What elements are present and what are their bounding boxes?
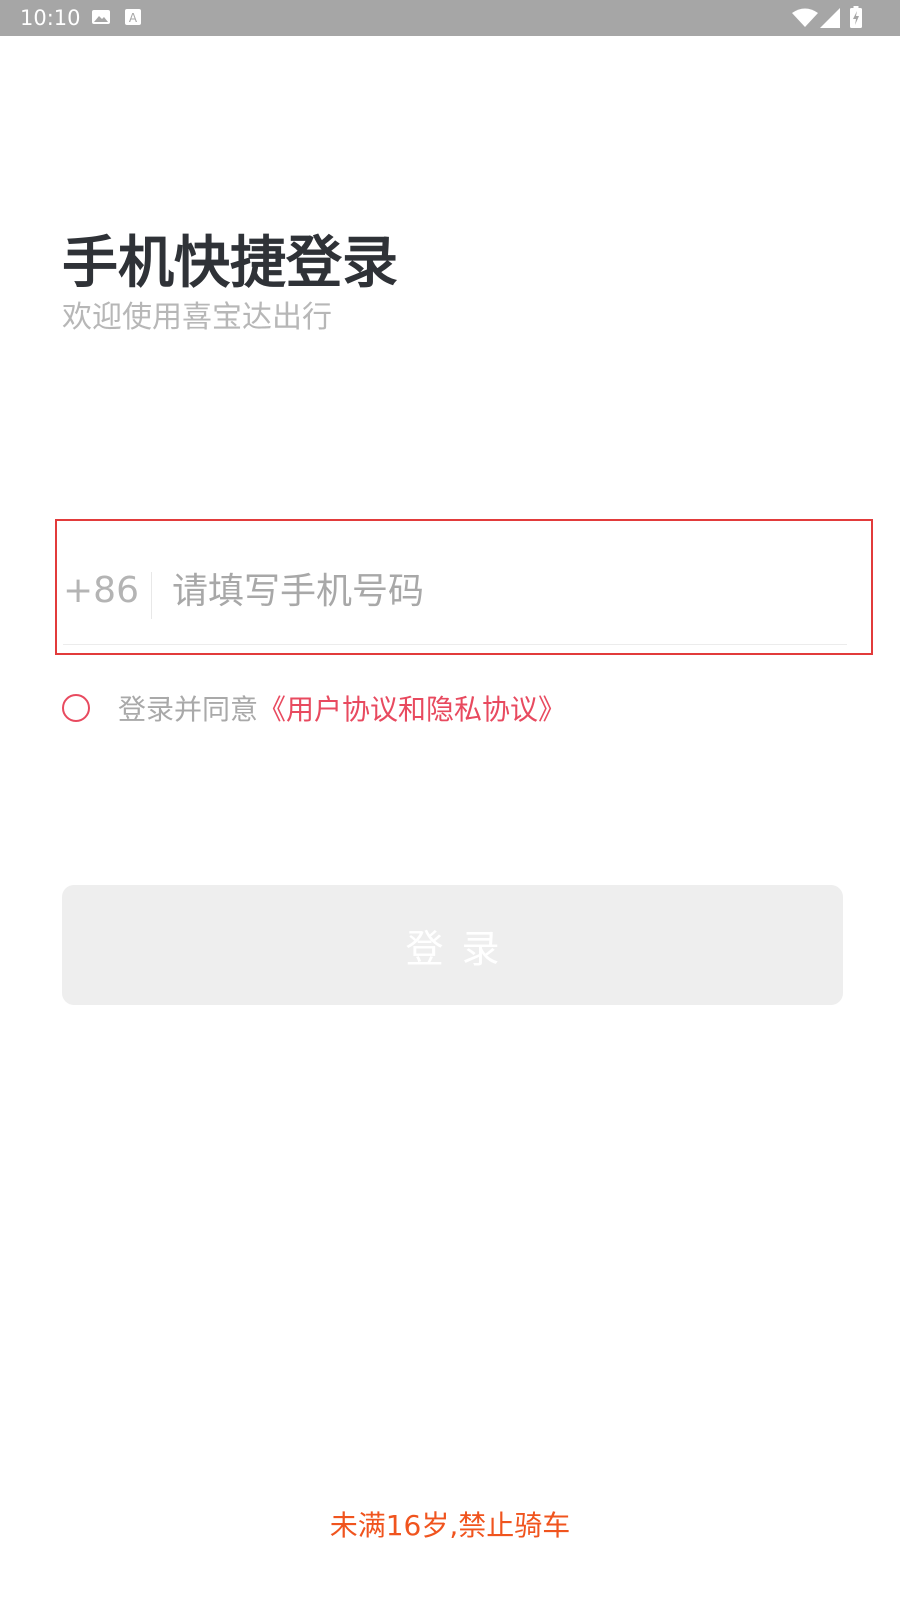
image-icon	[92, 10, 110, 24]
svg-text:A: A	[129, 11, 138, 25]
input-divider	[151, 572, 152, 619]
agreement-checkbox[interactable]	[62, 694, 90, 722]
status-time: 10:10	[20, 6, 81, 30]
battery-charging-icon	[850, 6, 862, 28]
input-underline	[63, 644, 847, 645]
phone-input-group: +86	[55, 519, 873, 655]
agreement-text: 登录并同意《用户协议和隐私协议》	[118, 690, 566, 730]
login-button[interactable]: 登录	[62, 885, 843, 1005]
font-a-icon: A	[125, 9, 141, 25]
agreement-prefix: 登录并同意	[118, 693, 259, 726]
agreement-link[interactable]: 《用户协议和隐私协议》	[258, 693, 566, 726]
wifi-icon	[792, 8, 818, 27]
signal-icon	[820, 8, 840, 28]
login-screen: 10:10 A 手机快捷登录 欢迎使用喜宝达出行 +86 请填写手机号码 登录并…	[0, 0, 900, 1600]
country-code: +86	[63, 570, 139, 611]
phone-number-input[interactable]	[172, 563, 832, 619]
status-bar: 10:10 A	[0, 0, 900, 36]
page-title: 手机快捷登录	[62, 231, 398, 296]
page-subtitle: 欢迎使用喜宝达出行	[62, 300, 332, 335]
age-notice: 未满16岁,禁止骑车	[329, 1509, 571, 1542]
